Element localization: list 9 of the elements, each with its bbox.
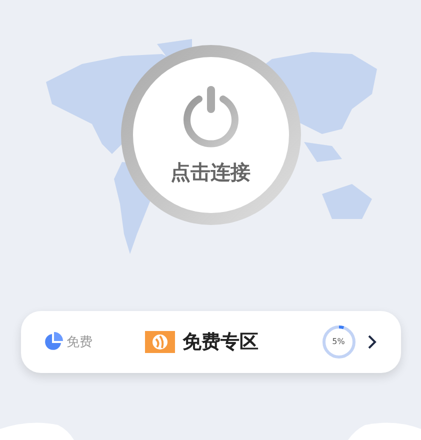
zone-card[interactable]: 免费 免费专区 5% [20, 311, 400, 373]
usage-ring [320, 324, 356, 360]
zone-logo-icon [144, 331, 174, 353]
plan-label: 免费 [66, 334, 92, 351]
zone-title: 免费专区 [182, 330, 258, 355]
pie-chart-icon [42, 332, 62, 352]
connect-label: 点击连接 [170, 160, 250, 186]
chevron-right-icon[interactable] [366, 334, 376, 350]
usage-reading: 5% [332, 337, 345, 347]
